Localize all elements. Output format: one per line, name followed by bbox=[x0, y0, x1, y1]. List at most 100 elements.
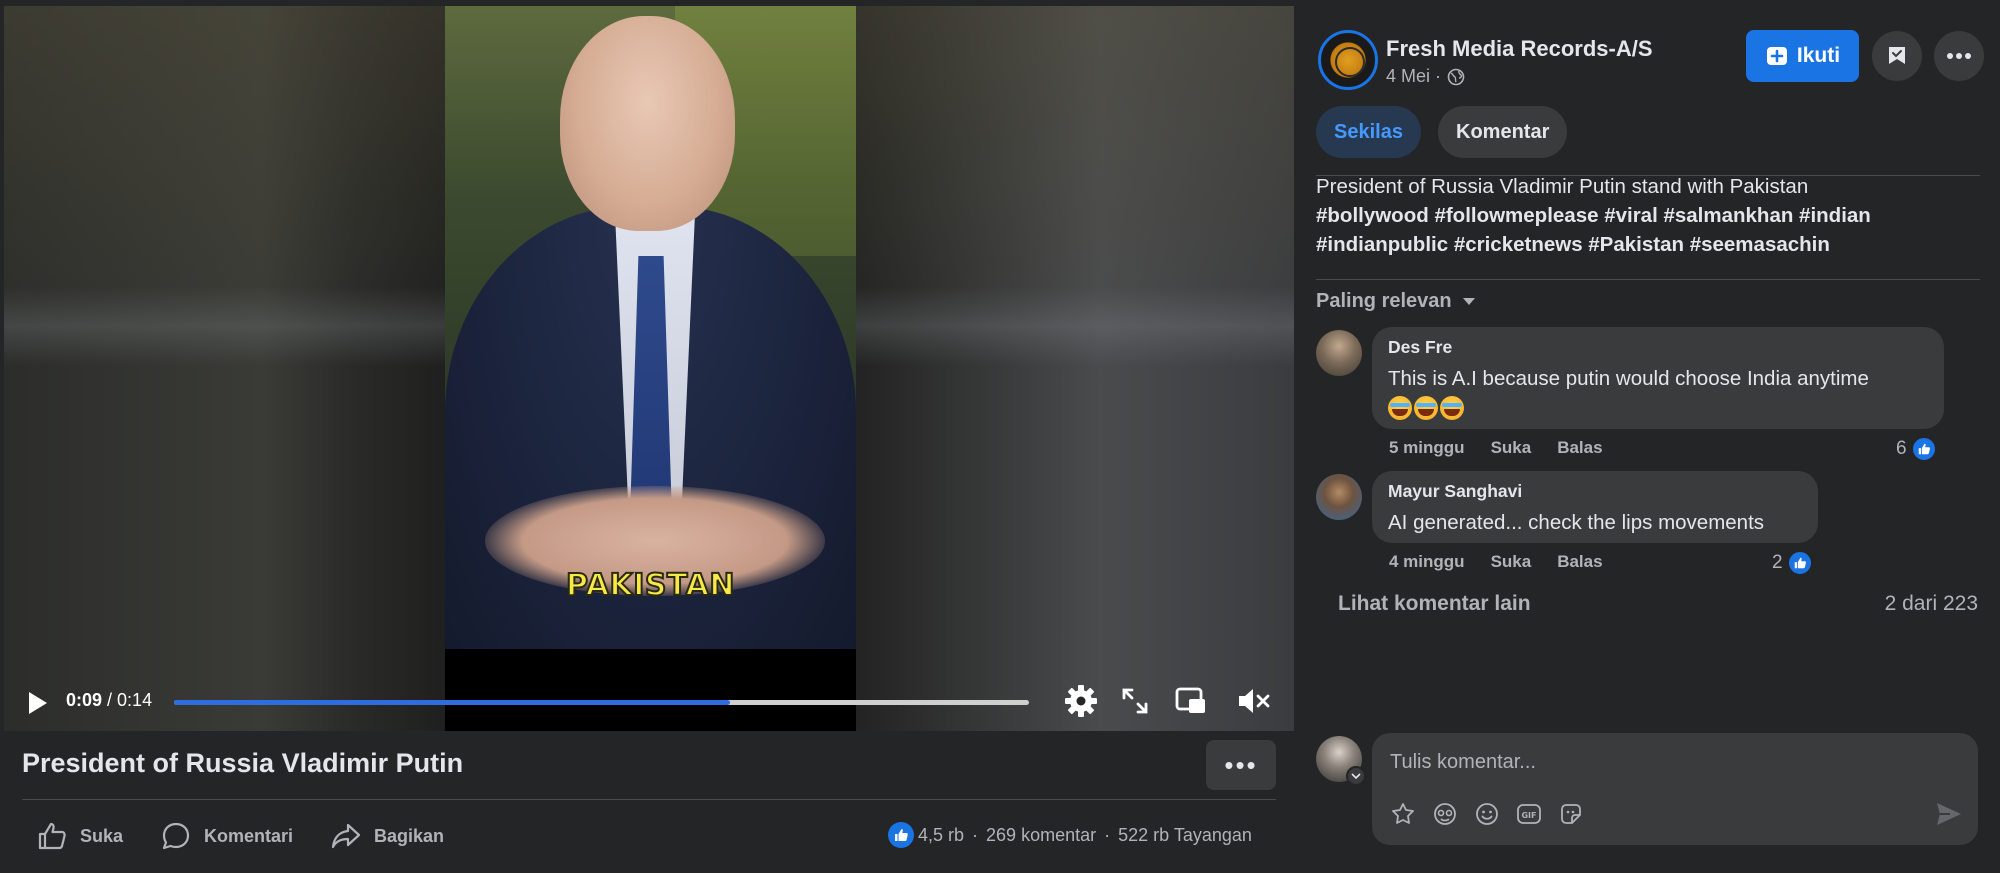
comment-bubble: Mayur Sanghavi AI generated... check the… bbox=[1372, 471, 1818, 543]
comment-label: Komentari bbox=[204, 825, 294, 846]
comment-author[interactable]: Des Fre bbox=[1388, 337, 1928, 358]
svg-text:GIF: GIF bbox=[1521, 811, 1536, 820]
like-reaction-icon bbox=[1786, 550, 1813, 576]
gif-icon[interactable]: GIF bbox=[1516, 801, 1542, 827]
post-sidebar: Fresh Media Records-A/S 4 Mei · Ikuti Se… bbox=[1294, 0, 2000, 873]
post-more-button[interactable]: ••• bbox=[1206, 740, 1276, 790]
comment-author[interactable]: Mayur Sanghavi bbox=[1388, 481, 1802, 502]
comments-count[interactable]: 269 komentar bbox=[986, 825, 1096, 846]
divider bbox=[22, 799, 1276, 800]
current-time: 0:09 bbox=[66, 690, 103, 710]
share-label: Bagikan bbox=[374, 825, 445, 846]
reaction-number: 2 bbox=[1772, 552, 1783, 573]
fullscreen-icon[interactable] bbox=[1120, 686, 1150, 716]
video-progress-bar[interactable] bbox=[174, 700, 1029, 705]
video-caption: PAKISTAN bbox=[565, 567, 735, 604]
caret-down-icon bbox=[1462, 297, 1475, 305]
comment-time[interactable]: 4 minggu bbox=[1389, 552, 1465, 572]
send-icon[interactable] bbox=[1934, 799, 1964, 829]
comment-reply-button[interactable]: Balas bbox=[1557, 438, 1602, 458]
comment-text: AI generated... check the lips movements bbox=[1388, 511, 1765, 534]
laughing-tears-emoji-icon bbox=[1414, 396, 1438, 420]
time-separator: / bbox=[102, 690, 118, 710]
add-page-icon bbox=[1766, 47, 1787, 65]
avatar[interactable] bbox=[1316, 474, 1362, 520]
comment-reply-button[interactable]: Balas bbox=[1557, 552, 1602, 572]
video-player[interactable]: PAKISTAN bbox=[4, 6, 1294, 731]
video-controls: 0:09 / 0:14 bbox=[4, 670, 1294, 730]
video-progress-fill bbox=[174, 700, 730, 705]
like-label: Suka bbox=[80, 825, 124, 846]
video-time: 0:09 / 0:14 bbox=[66, 690, 152, 711]
emoji-icon[interactable] bbox=[1474, 801, 1500, 827]
views-count: 522 rb Tayangan bbox=[1118, 824, 1252, 845]
play-icon[interactable] bbox=[22, 688, 52, 718]
sticker-icon[interactable] bbox=[1558, 801, 1584, 827]
comment-like-button[interactable]: Suka bbox=[1491, 438, 1532, 458]
video-frame bbox=[445, 6, 856, 649]
gear-icon[interactable] bbox=[1064, 684, 1098, 718]
duration: 0:14 bbox=[117, 690, 153, 710]
emoji-mask-icon[interactable] bbox=[1432, 801, 1458, 827]
divider bbox=[1316, 279, 1980, 280]
view-more-comments-link[interactable]: Lihat komentar lain bbox=[1338, 592, 1531, 616]
share-arrow-icon bbox=[331, 823, 361, 849]
muted-speaker-icon[interactable] bbox=[1236, 684, 1272, 718]
comment-count: 2 dari 223 bbox=[1884, 592, 1978, 615]
bookmark-icon bbox=[1889, 47, 1905, 64]
page-avatar[interactable] bbox=[1318, 30, 1378, 90]
comment-text: This is A.I because putin would choose I… bbox=[1388, 367, 1869, 390]
follow-label: Ikuti bbox=[1796, 44, 1841, 67]
options-button[interactable] bbox=[1934, 31, 1984, 81]
more-dots-icon bbox=[1947, 53, 1971, 59]
laughing-tears-emoji-icon bbox=[1388, 396, 1412, 420]
like-button[interactable]: Suka bbox=[36, 818, 123, 854]
like-reaction-icon bbox=[1910, 436, 1937, 462]
comment-reaction-count[interactable]: 2 bbox=[1772, 550, 1813, 576]
emoji-group bbox=[1388, 396, 1464, 420]
avatar[interactable] bbox=[1316, 330, 1362, 376]
person-head bbox=[560, 16, 735, 231]
sort-label: Paling relevan bbox=[1316, 290, 1452, 312]
picture-in-picture-icon[interactable] bbox=[1174, 684, 1208, 718]
comment-sort-dropdown[interactable]: Paling relevan bbox=[1316, 290, 1476, 313]
video-post-panel: PAKISTAN 0:09 / 0:14 President of Russia… bbox=[0, 0, 1294, 873]
description-hashtags[interactable]: #bollywood #followmeplease #viral #salma… bbox=[1316, 201, 1980, 230]
comment-input[interactable] bbox=[1390, 747, 1910, 777]
hashtags-line[interactable]: #bollywood #followmeplease #viral #salma… bbox=[1316, 204, 1871, 227]
like-reaction-icon bbox=[888, 822, 914, 848]
post-title: President of Russia Vladimir Putin bbox=[22, 748, 464, 778]
avatar-sticker-icon[interactable] bbox=[1390, 801, 1416, 827]
save-button[interactable] bbox=[1872, 31, 1922, 81]
comment-actions: 5 minggu Suka Balas bbox=[1389, 438, 1603, 458]
reaction-number: 6 bbox=[1896, 438, 1907, 459]
thumbs-up-icon bbox=[38, 822, 66, 850]
comment-bubble-icon bbox=[162, 822, 190, 850]
stats-separator: · bbox=[972, 824, 979, 845]
stats-separator: · bbox=[1104, 824, 1111, 845]
page-name[interactable]: Fresh Media Records-A/S bbox=[1386, 36, 1653, 62]
globe-icon bbox=[1447, 68, 1465, 85]
comment-reaction-count[interactable]: 6 bbox=[1896, 436, 1937, 462]
comment-time[interactable]: 5 minggu bbox=[1389, 438, 1465, 458]
tab-comments[interactable]: Komentar bbox=[1438, 106, 1568, 158]
comment-like-button[interactable]: Suka bbox=[1491, 552, 1532, 572]
share-button[interactable]: Bagikan bbox=[330, 818, 444, 854]
chevron-down-icon[interactable] bbox=[1346, 766, 1366, 786]
post-description: President of Russia Vladimir Putin stand… bbox=[1316, 172, 1980, 259]
post-date[interactable]: 4 Mei · bbox=[1386, 66, 1441, 87]
hashtags-line[interactable]: #indianpublic #cricketnews #Pakistan #se… bbox=[1316, 233, 1830, 256]
description-text: President of Russia Vladimir Putin stand… bbox=[1316, 175, 1809, 198]
composer-toolbar: GIF bbox=[1390, 801, 1584, 827]
tab-overview[interactable]: Sekilas bbox=[1316, 106, 1421, 158]
comment-bubble: Des Fre This is A.I because putin would … bbox=[1372, 327, 1944, 429]
follow-button[interactable]: Ikuti bbox=[1746, 30, 1859, 82]
comment-composer: GIF bbox=[1372, 733, 1978, 845]
description-hashtags[interactable]: #indianpublic #cricketnews #Pakistan #se… bbox=[1316, 230, 1980, 259]
comment-actions: 4 minggu Suka Balas bbox=[1389, 552, 1603, 572]
post-meta: 4 Mei · bbox=[1386, 66, 1465, 87]
comment-button[interactable]: Komentari bbox=[160, 818, 293, 854]
reactions-count[interactable]: 4,5 rb bbox=[918, 825, 964, 846]
laughing-tears-emoji-icon bbox=[1440, 396, 1464, 420]
more-dots-icon: ••• bbox=[1224, 749, 1258, 780]
